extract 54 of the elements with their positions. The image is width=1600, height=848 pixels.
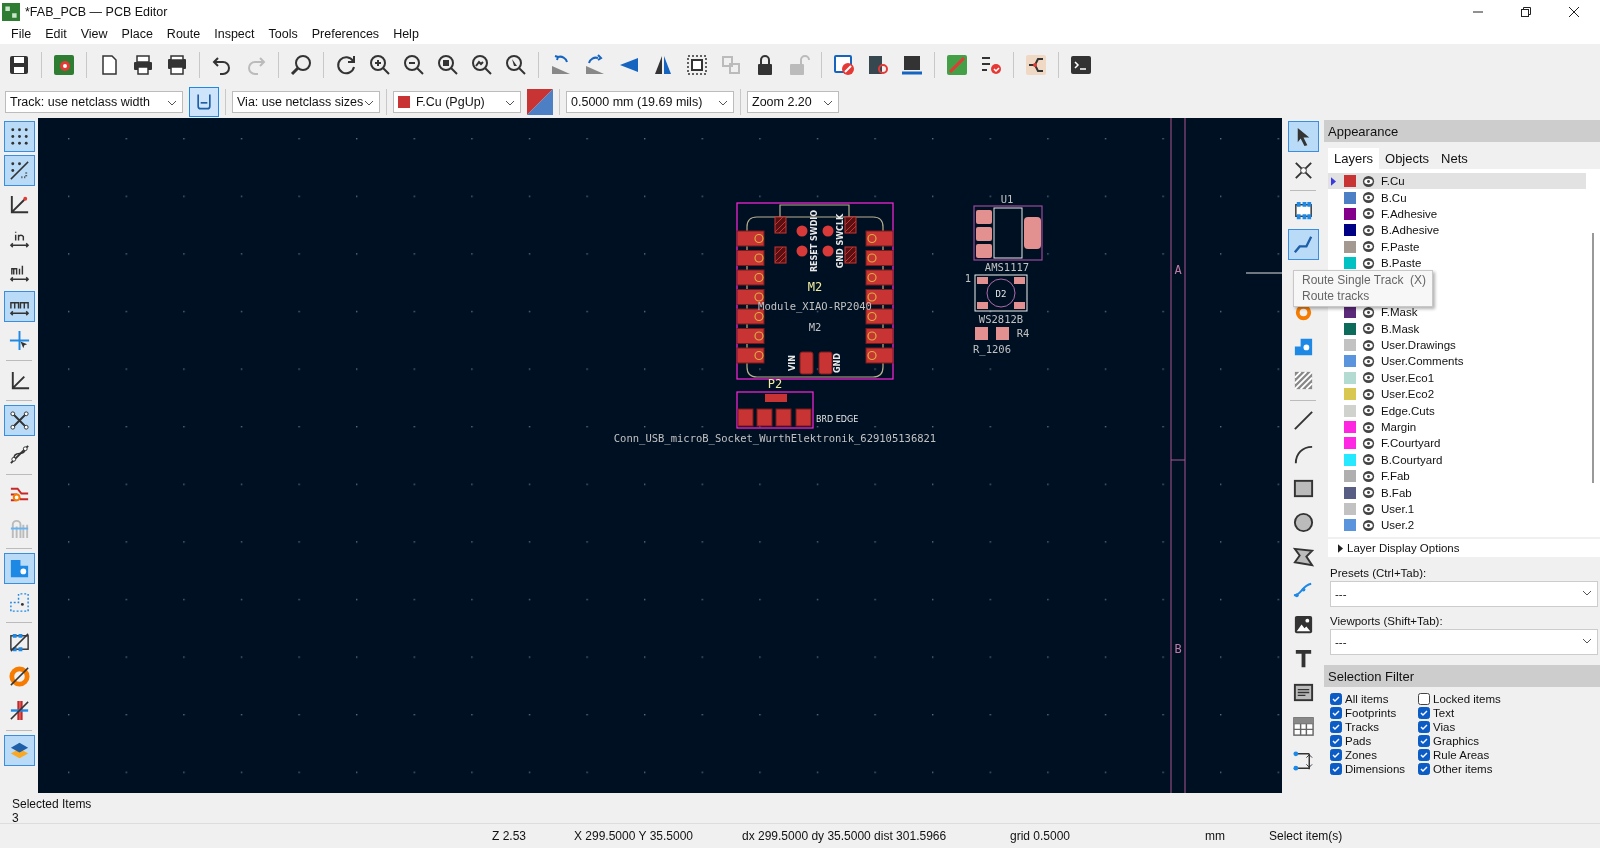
panel-title: Selection Filter [1328,668,1414,684]
presets-label: Presets (Ctrl+Tab): [1330,567,1428,579]
silkscreen-label: BRD EDGE [816,415,859,424]
layer-name: User.2 [1381,519,1415,532]
value-label: R_1206 [973,343,1011,355]
silkscreen-label: GND [833,353,842,373]
panel-title: Appearance [1328,123,1399,139]
layer-name: F.Courtyard [1381,437,1441,450]
silkscreen-label: GND SWCLK [836,213,845,269]
tooltip-description: Route tracks [1302,289,1371,303]
status-value: 3 [12,811,20,825]
status-field: Select item(s) [1267,829,1343,843]
pin-label: 1 [964,272,972,284]
reference-label: M2 [807,280,823,294]
value-label: WS2812B [978,313,1024,325]
layer-name: B.Adhesive [1381,224,1440,237]
layer-name: F.Cu [1381,175,1405,188]
layer-name: User.Drawings [1381,339,1456,352]
layer-name: User.Eco2 [1381,388,1435,401]
window-title: *FAB_PCB — PCB Editor [25,5,168,19]
layer-name: F.Fab [1381,470,1410,483]
layer-name: Edge.Cuts [1381,404,1435,417]
layer-name: B.Mask [1381,322,1420,335]
tooltip-title: Route Single Track (X) [1302,273,1427,287]
reference-label: R4 [1016,327,1030,339]
layer-name: User.Eco1 [1381,371,1435,384]
reference-label: M2 [808,321,822,333]
status-field: X 299.5000 Y 35.5000 [572,829,740,843]
layer-name: F.Mask [1381,306,1418,319]
value-label: Conn_USB_microB_Socket_WurthElektronik_629105136821 [613,432,937,444]
layer-name: B.Fab [1381,486,1412,499]
layer-name: B.Courtyard [1381,453,1443,466]
layer-name: User.1 [1381,503,1415,515]
silkscreen-label: VIN [788,355,797,371]
value-label: Module_XIAO-RP2040 [758,300,872,312]
viewports-label: Viewports (Shift+Tab): [1330,615,1444,627]
reference-label: D2 [995,289,1007,299]
layer-name: F.Paste [1381,240,1420,253]
status-field: grid 0.5000 [1008,829,1203,843]
silkscreen-label: RESET SWDIO [810,209,819,273]
reference-label: P2 [767,377,783,391]
layer-name: B.Paste [1381,257,1422,270]
value-label: AMS1117 [984,261,1030,273]
layer-name: User.Comments [1381,355,1464,368]
layer-name: F.Adhesive [1381,207,1438,220]
sheet-zone-label: A [1174,263,1182,277]
status-field: mm [1203,829,1267,843]
status-field: Z 2.53 [490,829,572,843]
sheet-zone-label: B [1174,642,1182,656]
status-label: Selected Items [12,797,93,811]
layer-name: Margin [1381,421,1417,434]
reference-label: U1 [1000,193,1014,205]
layer-name: B.Cu [1381,191,1407,204]
status-field: dx 299.5000 dy 35.5000 dist 301.5966 [740,829,1008,843]
